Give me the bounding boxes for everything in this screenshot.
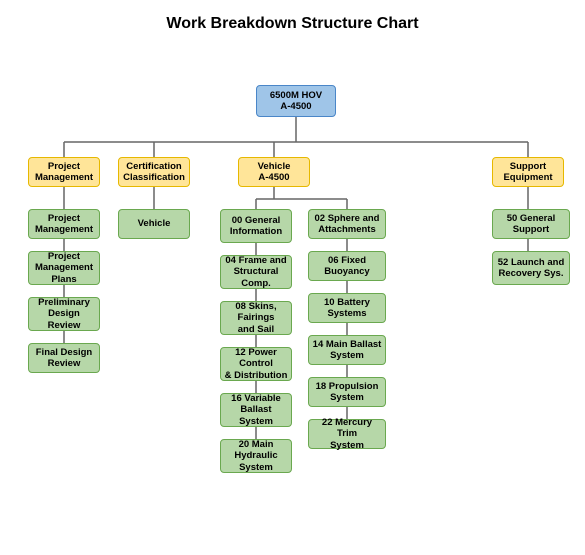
- node-se2: 52 Launch andRecovery Sys.: [492, 251, 570, 285]
- node-v3-label: 08 Skins,Fairingsand Sail: [235, 301, 276, 335]
- node-pm4: Final DesignReview: [28, 343, 100, 373]
- node-cc1-label: Vehicle: [138, 218, 171, 229]
- node-pm1-label: ProjectManagement: [35, 213, 93, 236]
- node-pm-cat-label: ProjectManagement: [35, 161, 93, 184]
- node-pm1: ProjectManagement: [28, 209, 100, 239]
- node-v11-label: 18 PropulsionSystem: [316, 381, 379, 404]
- node-v12-label: 22 Mercury TrimSystem: [312, 417, 382, 451]
- node-v10-label: 14 Main BallastSystem: [313, 339, 382, 362]
- node-v2-label: 04 Frame andStructuralComp.: [225, 255, 286, 289]
- node-v9: 10 BatterySystems: [308, 293, 386, 323]
- node-pm2: ProjectManagementPlans: [28, 251, 100, 285]
- node-v7: 02 Sphere andAttachments: [308, 209, 386, 239]
- node-v8: 06 FixedBuoyancy: [308, 251, 386, 281]
- page-title: Work Breakdown Structure Chart: [10, 15, 575, 33]
- node-pm4-label: Final DesignReview: [36, 347, 92, 370]
- node-va-cat: VehicleA-4500: [238, 157, 310, 187]
- node-se-cat-label: SupportEquipment: [503, 161, 552, 184]
- node-cc1: Vehicle: [118, 209, 190, 239]
- node-se-cat: SupportEquipment: [492, 157, 564, 187]
- node-v4: 12 PowerControl& Distribution: [220, 347, 292, 381]
- node-se2-label: 52 Launch andRecovery Sys.: [498, 257, 565, 280]
- node-v3: 08 Skins,Fairingsand Sail: [220, 301, 292, 335]
- node-pm3-label: PreliminaryDesignReview: [38, 297, 90, 331]
- node-cc-cat: CertificationClassification: [118, 157, 190, 187]
- chart: 6500M HOVA-4500 ProjectManagement Certif…: [10, 47, 575, 507]
- node-v1: 00 GeneralInformation: [220, 209, 292, 243]
- node-v5-label: 16 VariableBallastSystem: [231, 393, 281, 427]
- node-v6-label: 20 MainHydraulicSystem: [234, 439, 277, 473]
- node-v1-label: 00 GeneralInformation: [230, 215, 282, 238]
- node-v9-label: 10 BatterySystems: [324, 297, 370, 320]
- node-va-cat-label: VehicleA-4500: [258, 161, 291, 184]
- page: Work Breakdown Structure Chart: [0, 0, 585, 555]
- node-v4-label: 12 PowerControl& Distribution: [225, 347, 288, 381]
- node-root: 6500M HOVA-4500: [256, 85, 336, 117]
- node-v6: 20 MainHydraulicSystem: [220, 439, 292, 473]
- node-root-label: 6500M HOVA-4500: [270, 90, 322, 113]
- node-v7-label: 02 Sphere andAttachments: [315, 213, 380, 236]
- node-se1-label: 50 GeneralSupport: [507, 213, 556, 236]
- node-pm2-label: ProjectManagementPlans: [35, 251, 93, 285]
- node-pm3: PreliminaryDesignReview: [28, 297, 100, 331]
- node-v5: 16 VariableBallastSystem: [220, 393, 292, 427]
- node-v8-label: 06 FixedBuoyancy: [324, 255, 369, 278]
- node-v2: 04 Frame andStructuralComp.: [220, 255, 292, 289]
- node-v11: 18 PropulsionSystem: [308, 377, 386, 407]
- node-pm-cat: ProjectManagement: [28, 157, 100, 187]
- node-v12: 22 Mercury TrimSystem: [308, 419, 386, 449]
- node-cc-cat-label: CertificationClassification: [123, 161, 185, 184]
- node-se1: 50 GeneralSupport: [492, 209, 570, 239]
- node-v10: 14 Main BallastSystem: [308, 335, 386, 365]
